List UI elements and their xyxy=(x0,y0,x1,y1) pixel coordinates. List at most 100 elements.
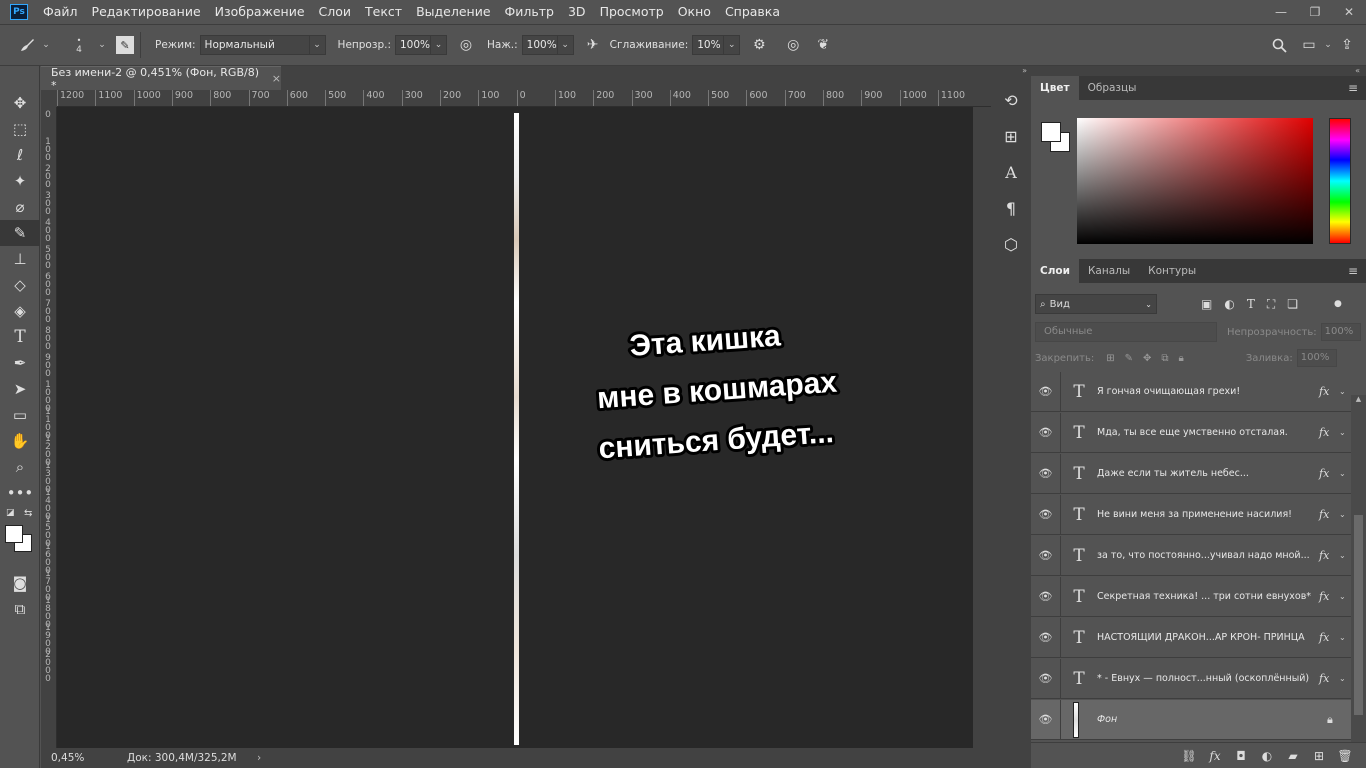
layer-row[interactable]: 👁︎ T за то, что постоянно...учивал надо … xyxy=(1031,535,1351,576)
layer-row[interactable]: 👁︎ T Я гончая очищающая грехи! fx ⌄ xyxy=(1031,371,1351,412)
menu-3d[interactable]: 3D xyxy=(561,0,593,24)
filter-toggle-icon[interactable]: ● xyxy=(1334,299,1342,309)
new-group-folder-icon[interactable]: ▰ xyxy=(1280,749,1306,763)
menu-type[interactable]: Текст xyxy=(358,0,409,24)
lock-pixels-icon[interactable]: ✎ xyxy=(1125,353,1133,364)
visibility-eye-icon[interactable]: 👁︎ xyxy=(1031,576,1061,617)
tab-channels[interactable]: Каналы xyxy=(1079,259,1139,283)
lock-transparent-icon[interactable]: ⊞ xyxy=(1106,353,1114,364)
canvas-scrollbar[interactable] xyxy=(973,107,991,748)
layer-effects-icon[interactable]: fx xyxy=(1319,385,1339,398)
brush-size-picker[interactable]: • 4 xyxy=(64,27,94,63)
brush-size-chevron-icon[interactable]: ⌄ xyxy=(94,35,110,55)
add-style-fx-icon[interactable]: fx xyxy=(1202,749,1228,763)
expand-effects-chevron-icon[interactable]: ⌄ xyxy=(1339,674,1351,683)
smoothing-input[interactable]: 10% xyxy=(692,35,725,55)
workspace-chevron-icon[interactable]: ⌄ xyxy=(1320,35,1336,55)
3d-icon[interactable]: ⬡ xyxy=(991,226,1031,262)
menu-file[interactable]: Файл xyxy=(36,0,85,24)
paragraph-icon[interactable]: ¶ xyxy=(991,190,1031,226)
zoom-level[interactable]: 0,45% xyxy=(41,752,111,764)
rectangle-tool-icon[interactable]: ▭ xyxy=(0,402,40,428)
adjustment-layer-icon[interactable]: ◐ xyxy=(1254,749,1280,763)
link-layers-icon[interactable]: ⛓ xyxy=(1176,749,1202,763)
filter-pixel-icon[interactable]: ▣ xyxy=(1201,297,1212,311)
visibility-eye-icon[interactable]: 👁︎ xyxy=(1031,535,1061,576)
paint-bucket-tool-icon[interactable]: ◈ xyxy=(0,298,40,324)
menu-help[interactable]: Справка xyxy=(718,0,787,24)
visibility-eye-icon[interactable]: 👁︎ xyxy=(1031,658,1061,699)
eraser-tool-icon[interactable]: ◇ xyxy=(0,272,40,298)
smoothing-chevron-icon[interactable]: ⌄ xyxy=(724,35,741,55)
pen-tool-icon[interactable]: ✒ xyxy=(0,350,40,376)
magic-wand-tool-icon[interactable]: ✦ xyxy=(0,168,40,194)
expand-effects-chevron-icon[interactable]: ⌄ xyxy=(1339,592,1351,601)
layer-row[interactable]: 👁︎ T Секретная техника! ... три сотни ев… xyxy=(1031,576,1351,617)
hue-slider[interactable] xyxy=(1329,118,1351,244)
default-colors-icon[interactable]: ◪ xyxy=(6,508,15,518)
layer-effects-icon[interactable]: fx xyxy=(1319,672,1339,685)
layer-filter-select[interactable]: ⌕ Вид ⌄ xyxy=(1035,294,1157,314)
expand-effects-chevron-icon[interactable]: ⌄ xyxy=(1339,551,1351,560)
brush-tool-icon[interactable]: ✎ xyxy=(0,220,40,246)
layer-effects-icon[interactable]: fx xyxy=(1319,467,1339,480)
properties-icon[interactable]: ⊞ xyxy=(991,118,1031,154)
close-tab-icon[interactable]: × xyxy=(272,72,281,85)
layer-row[interactable]: 👁︎ T Даже если ты житель небес... fx ⌄ xyxy=(1031,453,1351,494)
document-tab[interactable]: Без имени-2 @ 0,451% (Фон, RGB/8) * × xyxy=(41,66,281,92)
layer-effects-icon[interactable]: fx xyxy=(1319,549,1339,562)
status-menu-chevron-icon[interactable]: › xyxy=(251,752,261,764)
history-icon[interactable]: ⟲ xyxy=(991,82,1031,118)
add-mask-icon[interactable]: ◘ xyxy=(1228,749,1254,763)
filter-shape-icon[interactable]: ⛶ xyxy=(1267,297,1275,312)
layers-panel-menu-icon[interactable]: ≡ xyxy=(1348,259,1358,283)
foreground-swatch[interactable] xyxy=(1041,122,1061,142)
pressure-size-icon[interactable]: ◎ xyxy=(782,34,804,56)
delete-layer-trash-icon[interactable]: 🗑︎ xyxy=(1332,749,1358,763)
opacity-chevron-icon[interactable]: ⌄ xyxy=(430,35,447,55)
menu-filter[interactable]: Фильтр xyxy=(498,0,561,24)
layer-effects-icon[interactable]: fx xyxy=(1319,631,1339,644)
move-tool-icon[interactable]: ✥ xyxy=(0,90,40,116)
filter-smart-object-icon[interactable]: ❏ xyxy=(1287,297,1298,311)
lasso-tool-icon[interactable]: ℓ xyxy=(0,142,40,168)
layer-effects-icon[interactable]: fx xyxy=(1319,508,1339,521)
path-selection-tool-icon[interactable]: ➤ xyxy=(0,376,40,402)
opacity-input[interactable]: 100% xyxy=(394,35,431,55)
lock-position-icon[interactable]: ✥ xyxy=(1143,353,1151,364)
share-icon[interactable]: ⇪ xyxy=(1336,34,1358,56)
quick-mask-icon[interactable]: ◙ xyxy=(0,570,40,596)
lock-artboard-icon[interactable]: ⧉ xyxy=(1161,353,1168,364)
menu-image[interactable]: Изображение xyxy=(208,0,312,24)
collapse-dock-icon[interactable]: » xyxy=(991,66,1031,82)
swap-colors-icon[interactable]: ⇆ xyxy=(24,508,32,519)
hand-tool-icon[interactable]: ✋ xyxy=(0,428,40,454)
mode-chevron-icon[interactable]: ⌄ xyxy=(309,35,326,55)
menu-view[interactable]: Просмотр xyxy=(593,0,671,24)
menu-edit[interactable]: Редактирование xyxy=(85,0,208,24)
close-button[interactable]: ✕ xyxy=(1332,0,1366,24)
visibility-eye-icon[interactable]: 👁︎ xyxy=(1031,617,1061,658)
new-layer-icon[interactable]: ⊞ xyxy=(1306,749,1332,763)
smoothing-settings-gear-icon[interactable]: ⚙ xyxy=(748,34,770,56)
restore-button[interactable]: ❐ xyxy=(1298,0,1332,24)
more-tools-icon[interactable]: ••• xyxy=(0,480,40,506)
vertical-ruler[interactable]: 0 100 200 300 400 500 600 700 800 900 1000 1100 1200… xyxy=(41,107,57,748)
scroll-up-icon[interactable]: ▲ xyxy=(1351,395,1366,403)
type-tool-icon[interactable]: T xyxy=(0,324,40,350)
blend-mode-select[interactable]: Обычные xyxy=(1035,322,1217,342)
ruler-origin[interactable] xyxy=(41,90,57,107)
foreground-color-swatch[interactable] xyxy=(5,525,23,543)
layer-row-background[interactable]: 👁︎ Фон 🔒︎ xyxy=(1031,699,1351,740)
flow-chevron-icon[interactable]: ⌄ xyxy=(557,35,574,55)
tool-preset-chevron-icon[interactable]: ⌄ xyxy=(38,35,54,55)
screen-mode-icon[interactable]: ⧉ xyxy=(0,596,40,622)
zoom-tool-icon[interactable]: ⌕ xyxy=(0,454,40,480)
expand-effects-chevron-icon[interactable]: ⌄ xyxy=(1339,428,1351,437)
visibility-eye-icon[interactable]: 👁︎ xyxy=(1031,699,1061,740)
lock-all-icon[interactable]: 🔒︎ xyxy=(1179,353,1184,364)
brush-tool-icon[interactable] xyxy=(16,34,38,56)
visibility-eye-icon[interactable]: 👁︎ xyxy=(1031,412,1061,453)
menu-select[interactable]: Выделение xyxy=(409,0,497,24)
symmetry-butterfly-icon[interactable]: ❦ xyxy=(812,34,834,56)
